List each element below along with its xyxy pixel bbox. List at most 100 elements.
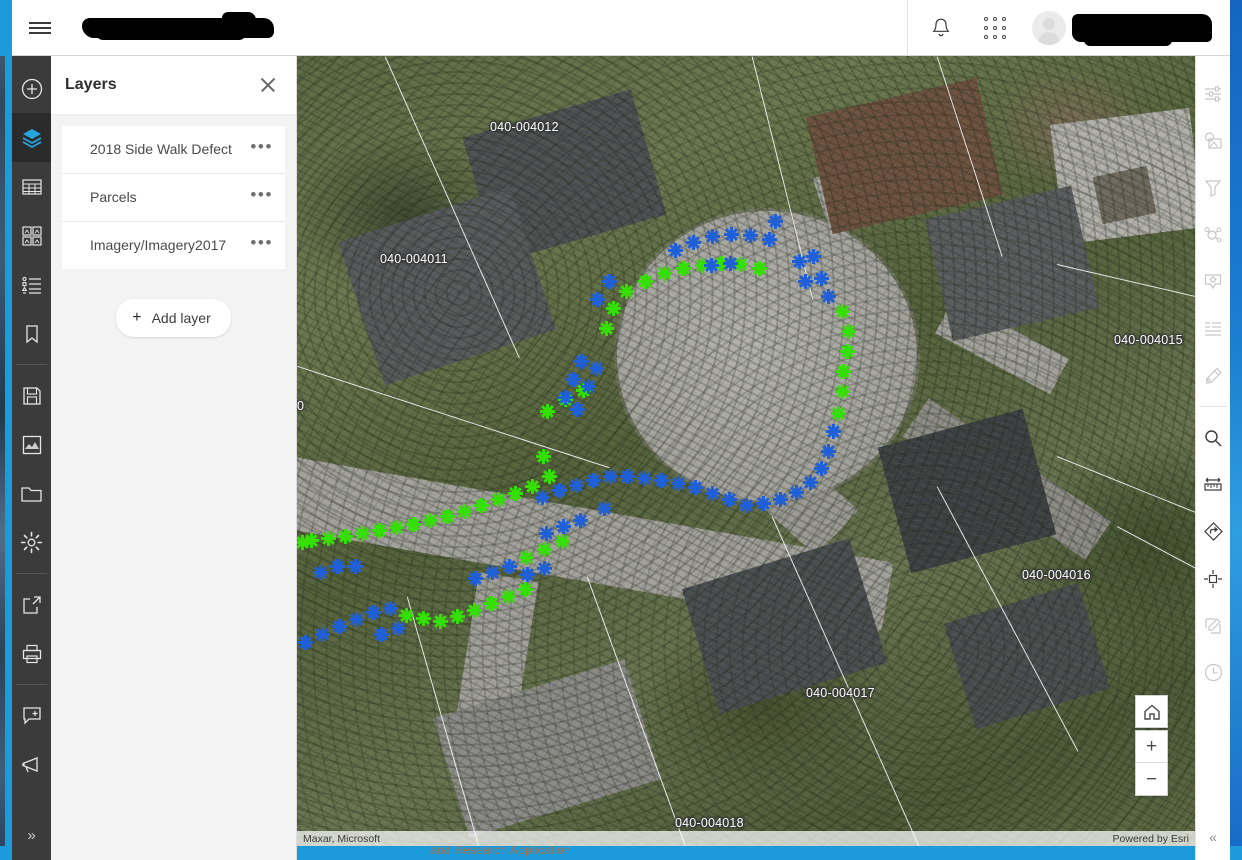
directions-icon[interactable] bbox=[1196, 508, 1231, 555]
user-avatar-icon[interactable] bbox=[1032, 10, 1066, 45]
sidebar-item-map-settings[interactable] bbox=[12, 420, 51, 469]
defect-point[interactable] bbox=[338, 529, 353, 544]
defect-point[interactable] bbox=[705, 229, 720, 244]
defect-point[interactable] bbox=[840, 344, 855, 359]
defect-point[interactable] bbox=[374, 627, 389, 642]
smart-editor-icon[interactable] bbox=[1196, 258, 1231, 305]
sidebar-item-basemap[interactable] bbox=[12, 211, 51, 260]
map-canvas[interactable]: 040-004012 040-004011 040-004015 040-004… bbox=[297, 56, 1195, 846]
defect-point[interactable] bbox=[586, 473, 601, 488]
defect-point[interactable] bbox=[835, 384, 850, 399]
defect-point[interactable] bbox=[416, 611, 431, 626]
defect-point[interactable] bbox=[508, 486, 523, 501]
defect-point[interactable] bbox=[298, 635, 313, 650]
defect-point[interactable] bbox=[332, 619, 347, 634]
defect-point[interactable] bbox=[620, 469, 635, 484]
defect-point[interactable] bbox=[501, 589, 516, 604]
defect-point[interactable] bbox=[321, 531, 336, 546]
layer-effects-sliders-icon[interactable] bbox=[1196, 70, 1231, 117]
defect-point[interactable] bbox=[814, 271, 829, 286]
defect-point[interactable] bbox=[739, 498, 754, 513]
layer-options-icon[interactable]: ••• bbox=[250, 138, 273, 156]
media-image-icon[interactable] bbox=[1196, 117, 1231, 164]
defect-point[interactable] bbox=[768, 214, 783, 229]
defect-point[interactable] bbox=[814, 461, 829, 476]
layer-options-icon[interactable]: ••• bbox=[250, 234, 273, 252]
defect-point[interactable] bbox=[831, 406, 846, 421]
sidebar-item-print[interactable] bbox=[12, 629, 51, 678]
defect-point[interactable] bbox=[826, 424, 841, 439]
defect-point[interactable] bbox=[485, 565, 500, 580]
ruler-measure-icon[interactable] bbox=[1196, 461, 1231, 508]
defect-point[interactable] bbox=[552, 483, 567, 498]
defect-point[interactable] bbox=[372, 523, 387, 538]
defect-point[interactable] bbox=[297, 535, 310, 550]
defect-point[interactable] bbox=[798, 274, 813, 289]
defect-point[interactable] bbox=[569, 478, 584, 493]
defect-point[interactable] bbox=[537, 542, 552, 557]
sidebar-item-save[interactable] bbox=[12, 371, 51, 420]
defect-point[interactable] bbox=[597, 501, 612, 516]
funnel-filter-icon[interactable] bbox=[1196, 164, 1231, 211]
sidebar-item-feedback[interactable] bbox=[12, 691, 51, 740]
list-item[interactable]: Imagery/Imagery2017 ••• bbox=[62, 222, 285, 269]
defect-point[interactable] bbox=[457, 504, 472, 519]
defect-point[interactable] bbox=[467, 603, 482, 618]
defect-point[interactable] bbox=[835, 304, 850, 319]
defect-point[interactable] bbox=[537, 561, 552, 576]
app-grid-icon[interactable] bbox=[968, 0, 1022, 56]
defect-point[interactable] bbox=[589, 361, 604, 376]
pencil-sketch-icon[interactable] bbox=[1196, 352, 1231, 399]
defect-point[interactable] bbox=[704, 258, 719, 273]
username-redacted[interactable] bbox=[1072, 13, 1212, 46]
defect-point[interactable] bbox=[756, 496, 771, 511]
defect-point[interactable] bbox=[671, 476, 686, 491]
add-layer-button[interactable]: + Add layer bbox=[116, 299, 231, 337]
defect-point[interactable] bbox=[654, 473, 669, 488]
defect-point[interactable] bbox=[599, 321, 614, 336]
defect-point[interactable] bbox=[668, 243, 683, 258]
sidebar-item-table[interactable] bbox=[12, 162, 51, 211]
defect-point[interactable] bbox=[450, 609, 465, 624]
home-icon[interactable] bbox=[1135, 695, 1168, 728]
defect-point[interactable] bbox=[637, 471, 652, 486]
defect-point[interactable] bbox=[581, 379, 596, 394]
defect-point[interactable] bbox=[330, 559, 345, 574]
defect-point[interactable] bbox=[821, 444, 836, 459]
defect-point[interactable] bbox=[688, 480, 703, 495]
network-analysis-icon[interactable] bbox=[1196, 211, 1231, 258]
defect-point[interactable] bbox=[606, 301, 621, 316]
attribute-list-icon[interactable] bbox=[1196, 305, 1231, 352]
search-icon[interactable] bbox=[1196, 414, 1231, 461]
defect-point[interactable] bbox=[638, 274, 653, 289]
hamburger-menu-icon[interactable] bbox=[12, 0, 68, 56]
defect-point[interactable] bbox=[841, 324, 856, 339]
close-icon[interactable] bbox=[256, 73, 280, 97]
defect-point[interactable] bbox=[836, 364, 851, 379]
defect-point[interactable] bbox=[676, 261, 691, 276]
defect-point[interactable] bbox=[555, 534, 570, 549]
zoom-in-button[interactable]: + bbox=[1136, 731, 1167, 763]
defect-point[interactable] bbox=[603, 469, 618, 484]
crosshair-icon[interactable] bbox=[1196, 555, 1231, 602]
sidebar-item-add-content[interactable] bbox=[12, 64, 51, 113]
defect-point[interactable] bbox=[491, 492, 506, 507]
defect-point[interactable] bbox=[792, 254, 807, 269]
defect-point[interactable] bbox=[433, 614, 448, 629]
sidebar-item-legend[interactable] bbox=[12, 260, 51, 309]
defect-point[interactable] bbox=[789, 485, 804, 500]
defect-point[interactable] bbox=[573, 513, 588, 528]
defect-point[interactable] bbox=[484, 596, 499, 611]
defect-point[interactable] bbox=[773, 492, 788, 507]
defect-point[interactable] bbox=[349, 612, 364, 627]
defect-point[interactable] bbox=[602, 274, 617, 289]
defect-point[interactable] bbox=[821, 289, 836, 304]
sidebar-item-share[interactable] bbox=[12, 580, 51, 629]
defect-point[interactable] bbox=[762, 232, 777, 247]
defect-point[interactable] bbox=[806, 249, 821, 264]
defect-point[interactable] bbox=[570, 402, 585, 417]
sidebar-item-bookmarks[interactable] bbox=[12, 309, 51, 358]
defect-point[interactable] bbox=[313, 565, 328, 580]
sidebar-item-settings[interactable] bbox=[12, 518, 51, 567]
sidebar-item-open[interactable] bbox=[12, 469, 51, 518]
